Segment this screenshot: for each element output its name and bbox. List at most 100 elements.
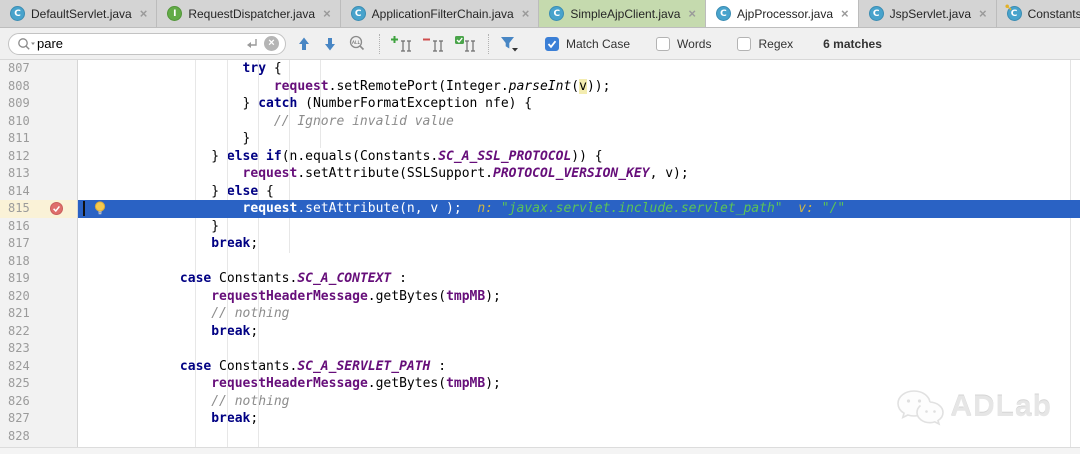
tab-applicationfilterchain-java[interactable]: CApplicationFilterChain.java×: [341, 0, 540, 27]
search-input[interactable]: [37, 36, 245, 51]
breakpoint-icon[interactable]: [50, 202, 63, 215]
line-number[interactable]: 816: [0, 218, 77, 236]
line-number[interactable]: 814: [0, 183, 77, 201]
line-number[interactable]: 820: [0, 288, 77, 306]
line-number[interactable]: 821: [0, 305, 77, 323]
line-number[interactable]: 815: [0, 200, 77, 218]
code-line[interactable]: [78, 428, 1080, 446]
code-token: v:: [783, 201, 822, 216]
search-field[interactable]: ×: [8, 33, 286, 55]
code-line[interactable]: } else {: [78, 183, 1080, 201]
line-number[interactable]: 827: [0, 410, 77, 428]
close-tab-icon[interactable]: ×: [522, 6, 530, 21]
code-line[interactable]: try {: [78, 60, 1080, 78]
match-case-option[interactable]: Match Case: [545, 37, 630, 51]
remove-selection-button[interactable]: [422, 35, 444, 52]
enter-icon: [245, 38, 259, 50]
line-number[interactable]: 818: [0, 253, 77, 271]
code-line[interactable]: requestHeaderMessage.getBytes(tmpMB);: [78, 288, 1080, 306]
code-line[interactable]: request.setAttribute(SSLSupport.PROTOCOL…: [78, 165, 1080, 183]
line-number[interactable]: 817: [0, 235, 77, 253]
find-all-icon: ALL: [348, 35, 367, 52]
tab-defaultservlet-java[interactable]: CDefaultServlet.java×: [0, 0, 157, 27]
line-number[interactable]: 809: [0, 95, 77, 113]
code-token: Constants.: [211, 359, 297, 374]
tab-jspservlet-java[interactable]: CJspServlet.java×: [859, 0, 997, 27]
indent-guide: [195, 60, 196, 454]
code-token: .getBytes(: [368, 376, 446, 391]
code-line[interactable]: }: [78, 218, 1080, 236]
tab-ajpprocessor-java[interactable]: C AjpProcessor.java ×: [706, 0, 859, 27]
code-line[interactable]: } else if(n.equals(Constants.SC_A_SSL_PR…: [78, 148, 1080, 166]
close-tab-icon[interactable]: ×: [688, 6, 696, 21]
next-occurrence-button[interactable]: [322, 36, 338, 52]
regex-option[interactable]: Regex: [737, 37, 793, 51]
code-token: else: [227, 149, 258, 164]
code-line[interactable]: }: [78, 130, 1080, 148]
close-tab-icon[interactable]: ×: [841, 6, 849, 21]
filter-button[interactable]: [499, 35, 519, 53]
line-number[interactable]: 828: [0, 428, 77, 446]
line-number[interactable]: 819: [0, 270, 77, 288]
match-count: 6 matches: [823, 37, 882, 51]
arrow-up-icon: [296, 36, 312, 52]
tab-simpleajpclient-java[interactable]: CSimpleAjpClient.java×: [539, 0, 706, 27]
key-marker-icon: [1005, 4, 1012, 11]
tab-requestdispatcher-java[interactable]: IRequestDispatcher.java×: [157, 0, 340, 27]
line-number[interactable]: 826: [0, 393, 77, 411]
find-all-button[interactable]: ALL: [348, 35, 367, 52]
code-line[interactable]: [78, 253, 1080, 271]
line-number[interactable]: 824: [0, 358, 77, 376]
code-line[interactable]: break;: [78, 235, 1080, 253]
code-token: [86, 236, 211, 251]
code-token: requestHeaderMessage: [211, 289, 368, 304]
close-tab-icon[interactable]: ×: [323, 6, 331, 21]
add-selection-button[interactable]: [390, 35, 412, 52]
line-number[interactable]: 811: [0, 130, 77, 148]
code-line[interactable]: request.setRemotePort(Integer.parseInt(v…: [78, 78, 1080, 96]
tab-bar: CDefaultServlet.java×IRequestDispatcher.…: [0, 0, 1080, 28]
line-number[interactable]: 825: [0, 375, 77, 393]
class-icon: C: [716, 6, 731, 21]
select-all-occurrences-button[interactable]: [454, 35, 476, 52]
search-icon[interactable]: [17, 37, 37, 51]
code-line[interactable]: [78, 340, 1080, 358]
words-checkbox[interactable]: [656, 37, 670, 51]
code-line[interactable]: case Constants.SC_A_SERVLET_PATH :: [78, 358, 1080, 376]
code-line[interactable]: // nothing: [78, 305, 1080, 323]
code-token: }: [86, 131, 250, 146]
code-line[interactable]: case Constants.SC_A_CONTEXT :: [78, 270, 1080, 288]
line-number[interactable]: 823: [0, 340, 77, 358]
tab-constants-java[interactable]: CConstants.java×: [997, 0, 1080, 27]
clear-search-icon[interactable]: ×: [264, 36, 279, 51]
line-number[interactable]: 807: [0, 60, 77, 78]
regex-checkbox[interactable]: [737, 37, 751, 51]
line-number[interactable]: 810: [0, 113, 77, 131]
indent-guide: [227, 60, 228, 454]
code-line[interactable]: break;: [78, 323, 1080, 341]
close-tab-icon[interactable]: ×: [140, 6, 148, 21]
match-case-checkbox[interactable]: [545, 37, 559, 51]
code-line[interactable]: } catch (NumberFormatException nfe) {: [78, 95, 1080, 113]
previous-occurrence-button[interactable]: [296, 36, 312, 52]
code-editor[interactable]: 8078088098108118128138148158168178188198…: [0, 60, 1080, 454]
code-token: );: [485, 289, 501, 304]
close-tab-icon[interactable]: ×: [979, 6, 987, 21]
code-token: request: [243, 201, 298, 216]
code-token: {: [266, 61, 282, 76]
code-line[interactable]: // Ignore invalid value: [78, 113, 1080, 131]
code-token: [86, 394, 211, 409]
code-token: if: [266, 149, 282, 164]
intention-lightbulb-icon[interactable]: [94, 201, 106, 216]
editor-gutter[interactable]: 8078088098108118128138148158168178188198…: [0, 60, 78, 454]
line-number[interactable]: 822: [0, 323, 77, 341]
line-number[interactable]: 813: [0, 165, 77, 183]
tab-label: AjpProcessor.java: [737, 7, 833, 21]
line-number[interactable]: 812: [0, 148, 77, 166]
current-execution-line[interactable]: request.setAttribute(n, v ); n: "javax.s…: [78, 200, 1080, 218]
interface-icon: I: [167, 6, 182, 21]
line-number[interactable]: 808: [0, 78, 77, 96]
code-token: PROTOCOL_VERSION_KEY: [493, 166, 650, 181]
tab-label: ApplicationFilterChain.java: [372, 7, 514, 21]
words-option[interactable]: Words: [656, 37, 711, 51]
